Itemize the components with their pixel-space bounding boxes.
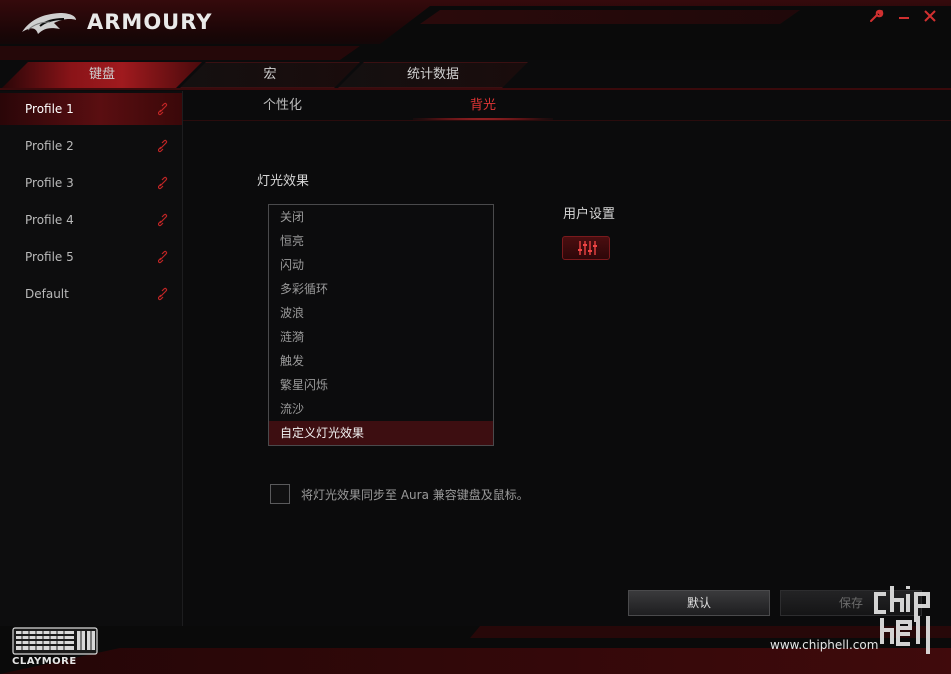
list-item-label: 闪动: [280, 258, 305, 272]
list-item-label: 涟漪: [280, 330, 305, 344]
chiphell-watermark-logo: [874, 586, 930, 654]
effect-option-breathing[interactable]: 闪动: [269, 253, 493, 277]
default-button[interactable]: 默认: [628, 590, 770, 616]
user-settings-button[interactable]: [562, 236, 610, 260]
profile-sidebar: Profile 1 Profile 2 Profile 3 Profile 4 …: [0, 91, 183, 626]
list-item-label: 自定义灯光效果: [280, 426, 365, 440]
sidebar-item-label: Profile 5: [25, 250, 74, 264]
top-tabs: 键盘 宏 统计数据: [0, 62, 951, 90]
rog-logo-icon: [22, 13, 76, 34]
tab-personalization[interactable]: 个性化: [263, 93, 302, 119]
sidebar-item-default[interactable]: Default: [0, 278, 182, 310]
list-item-label: 关闭: [280, 210, 305, 224]
effect-option-custom[interactable]: 自定义灯光效果: [269, 421, 493, 445]
sidebar-item-profile-2[interactable]: Profile 2: [0, 130, 182, 162]
tab-keyboard-label: 键盘: [88, 67, 115, 82]
minimize-icon[interactable]: [894, 8, 914, 28]
tab-macro-label: 宏: [263, 67, 277, 82]
effect-option-static[interactable]: 恒亮: [269, 229, 493, 253]
link-icon[interactable]: [157, 167, 170, 199]
effect-option-quicksand[interactable]: 流沙: [269, 397, 493, 421]
effect-option-color-cycle[interactable]: 多彩循环: [269, 277, 493, 301]
tab-backlight[interactable]: 背光: [470, 93, 496, 119]
sidebar-item-profile-4[interactable]: Profile 4: [0, 204, 182, 236]
sidebar-item-label: Profile 1: [25, 102, 74, 116]
user-settings-label: 用户设置: [563, 207, 616, 222]
sidebar-item-label: Default: [25, 287, 69, 301]
app-brand-title: ARMOURY: [87, 10, 213, 34]
watermark-url: www.chiphell.com: [770, 638, 879, 652]
keyboard-model-name: CLAYMORE: [12, 656, 77, 667]
keyboard-icon: [12, 627, 98, 655]
link-icon[interactable]: [157, 93, 170, 125]
lighting-effects-title: 灯光效果: [257, 174, 310, 189]
sidebar-item-profile-1[interactable]: Profile 1: [0, 93, 182, 125]
effect-option-wave[interactable]: 波浪: [269, 301, 493, 325]
effect-option-ripple[interactable]: 涟漪: [269, 325, 493, 349]
title-bar: ARMOURY: [0, 0, 951, 60]
sidebar-item-label: Profile 3: [25, 176, 74, 190]
tab-statistics-label: 统计数据: [406, 67, 459, 82]
close-icon[interactable]: [920, 8, 940, 28]
settings-wrench-icon[interactable]: [866, 8, 886, 28]
effect-option-starry-night[interactable]: 繁星闪烁: [269, 373, 493, 397]
list-item-label: 繁星闪烁: [280, 378, 329, 392]
sidebar-item-profile-5[interactable]: Profile 5: [0, 241, 182, 273]
sub-tabs: 个性化 背光: [183, 93, 951, 123]
list-item-label: 波浪: [280, 306, 305, 320]
tab-statistics[interactable]: 统计数据: [338, 62, 528, 88]
link-icon[interactable]: [157, 241, 170, 273]
tab-keyboard[interactable]: 键盘: [2, 62, 202, 88]
list-item-label: 流沙: [280, 402, 305, 416]
sidebar-item-label: Profile 2: [25, 139, 74, 153]
effect-option-off[interactable]: 关闭: [269, 205, 493, 229]
link-icon[interactable]: [157, 204, 170, 236]
aura-sync-label: 将灯光效果同步至 Aura 兼容键盘及鼠标。: [301, 488, 529, 502]
sidebar-item-profile-3[interactable]: Profile 3: [0, 167, 182, 199]
list-item-label: 触发: [280, 354, 305, 368]
sliders-icon: [578, 241, 597, 255]
aura-sync-checkbox[interactable]: [270, 484, 290, 504]
lighting-effects-list[interactable]: 关闭 恒亮 闪动 多彩循环 波浪 涟漪 触发 繁星闪烁 流沙 自定义灯光效果: [268, 204, 494, 446]
tab-macro[interactable]: 宏: [180, 62, 360, 88]
link-icon[interactable]: [157, 278, 170, 310]
list-item-label: 多彩循环: [280, 282, 329, 296]
armoury-window: ARMOURY 键盘 宏 统计数据 Profile 1 Profile 2 Pr…: [0, 0, 951, 674]
link-icon[interactable]: [157, 130, 170, 162]
sidebar-item-label: Profile 4: [25, 213, 74, 227]
effect-option-reactive[interactable]: 触发: [269, 349, 493, 373]
list-item-label: 恒亮: [280, 234, 305, 248]
